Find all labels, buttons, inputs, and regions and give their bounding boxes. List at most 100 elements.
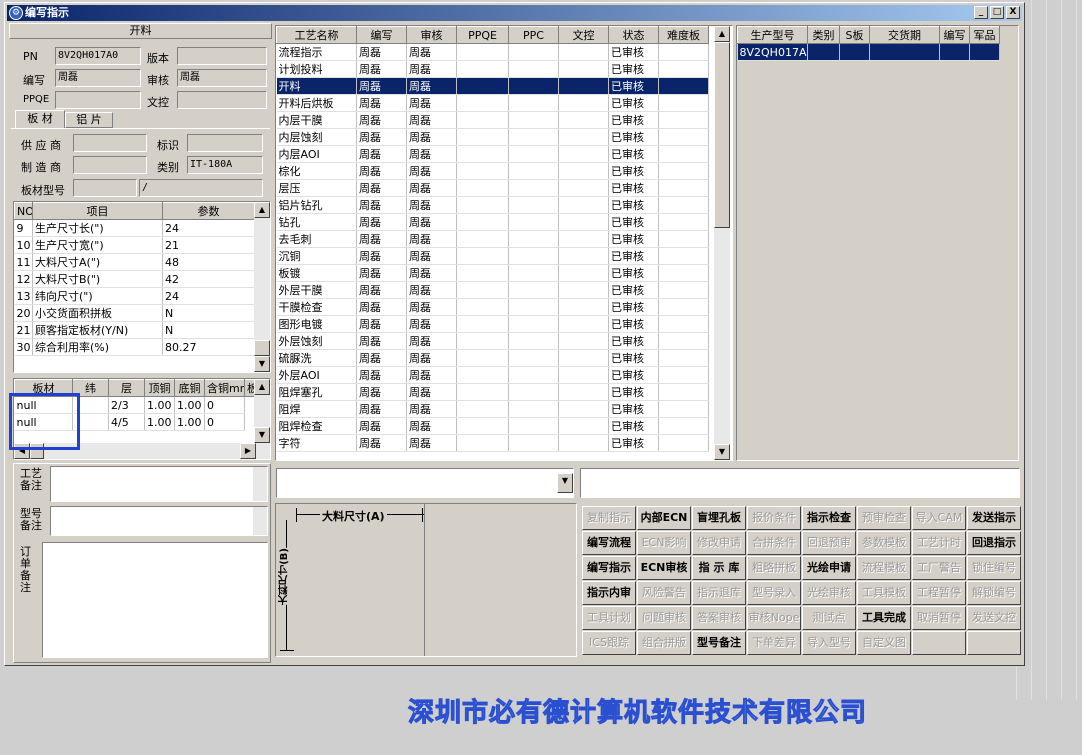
scroll-down-icon[interactable]: ▼ (254, 356, 270, 372)
action-button[interactable]: 编写指示 (582, 556, 636, 580)
column-header[interactable]: 编写 (356, 26, 407, 44)
process-scrollbar[interactable]: ▲ ▼ (714, 26, 730, 460)
action-button[interactable]: 盲埋孔板 (692, 506, 746, 530)
column-header[interactable]: PPC (508, 26, 559, 44)
writer-field[interactable]: 周磊 (55, 69, 141, 87)
action-button[interactable]: 下单差异 (747, 631, 801, 655)
params-row[interactable]: 9 生产尺寸长(") 24 (14, 219, 255, 237)
column-header[interactable]: 生产型号 (737, 26, 808, 44)
action-button[interactable]: 型号录入 (747, 581, 801, 605)
action-button[interactable]: 自定义图 (857, 631, 911, 655)
audit-field[interactable]: 周磊 (177, 69, 267, 87)
process-row[interactable]: 外层干膜 周磊 周磊 已审核 (276, 281, 709, 299)
process-row[interactable]: 内层蚀刻 周磊 周磊 已审核 (276, 128, 709, 146)
process-row[interactable]: 计划投料 周磊 周磊 已审核 (276, 60, 709, 78)
action-button[interactable]: 指示退库 (692, 581, 746, 605)
column-header[interactable]: 文控 (558, 26, 609, 44)
minimize-button[interactable]: _ (974, 6, 988, 19)
params-row[interactable]: 13 纬向尺寸(") 24 (14, 287, 255, 305)
process-combo[interactable]: ▼ (276, 468, 574, 498)
process-row[interactable]: 板镀 周磊 周磊 已审核 (276, 264, 709, 282)
action-button[interactable]: 发送指示 (967, 506, 1021, 530)
action-button[interactable]: ICS跟踪 (582, 631, 636, 655)
order-note-field[interactable] (42, 542, 268, 658)
action-button[interactable]: 修改申请 (692, 531, 746, 555)
params-row[interactable]: 20 小交货面积拼板 N (14, 304, 255, 322)
supplier-field[interactable] (73, 134, 147, 152)
action-button[interactable]: 回退指示 (967, 531, 1021, 555)
scroll-up-icon[interactable]: ▲ (254, 379, 270, 395)
action-button[interactable]: 报价条件 (747, 506, 801, 530)
column-header[interactable]: 项目 (32, 202, 163, 220)
scroll-up-icon[interactable]: ▲ (254, 202, 270, 218)
process-row[interactable]: 内层干膜 周磊 周磊 已审核 (276, 111, 709, 129)
tab-board[interactable]: 板 材 (15, 110, 65, 128)
action-button[interactable]: 光绘审核 (802, 581, 856, 605)
column-header[interactable]: 工艺名称 (276, 26, 357, 44)
action-button[interactable]: 问题审核 (637, 606, 691, 630)
action-button[interactable]: 指示内审 (582, 581, 636, 605)
version-field[interactable] (177, 47, 267, 65)
process-row[interactable]: 字符 周磊 周磊 已审核 (276, 434, 709, 452)
process-row[interactable]: 沉铜 周磊 周磊 已审核 (276, 247, 709, 265)
params-row[interactable]: 10 生产尺寸宽(") 21 (14, 236, 255, 254)
action-button[interactable]: 光绘申请 (802, 556, 856, 580)
action-button[interactable]: 工具完成 (857, 606, 911, 630)
action-button[interactable]: 内部ECN (637, 506, 691, 530)
control-field[interactable] (177, 91, 267, 109)
column-header[interactable]: 类别 (807, 26, 840, 44)
material-vscroll[interactable]: ▲ ▼ (254, 379, 270, 443)
action-button[interactable]: 发送文控 (967, 606, 1021, 630)
title-bar[interactable]: ⚙ 编写指示 _ □ X (7, 5, 1022, 21)
action-button[interactable]: 工程暂停 (912, 581, 966, 605)
scroll-right-icon[interactable]: ▶ (240, 443, 256, 459)
type-note-field[interactable] (50, 506, 268, 536)
process-row[interactable]: 流程指示 周磊 周磊 已审核 (276, 43, 709, 61)
process-row[interactable]: 去毛刺 周磊 周磊 已审核 (276, 230, 709, 248)
process-row[interactable]: 内层AOI 周磊 周磊 已审核 (276, 145, 709, 163)
process-row[interactable]: 开料 周磊 周磊 已审核 (276, 77, 709, 95)
action-button[interactable]: 工具计划 (582, 606, 636, 630)
action-button[interactable]: 导入型号 (802, 631, 856, 655)
action-button[interactable]: 粗略拼板 (747, 556, 801, 580)
process-row[interactable]: 阻焊塞孔 周磊 周磊 已审核 (276, 383, 709, 401)
process-row[interactable]: 图形电镀 周磊 周磊 已审核 (276, 315, 709, 333)
column-header[interactable]: 编写 (939, 26, 970, 44)
action-button[interactable]: 工艺计时 (912, 531, 966, 555)
action-button[interactable]: 流程模板 (857, 556, 911, 580)
column-header[interactable]: 顶铜 (144, 379, 175, 397)
action-button[interactable]: 回退预审 (802, 531, 856, 555)
process-row[interactable]: 硫脲洗 周磊 周磊 已审核 (276, 349, 709, 367)
action-button[interactable]: 预审检查 (857, 506, 911, 530)
params-row[interactable]: 30 综合利用率(%) 80.27 (14, 338, 255, 356)
scroll-thumb[interactable] (254, 340, 270, 356)
process-row[interactable]: 阻焊 周磊 周磊 已审核 (276, 400, 709, 418)
column-header[interactable]: 军品 (969, 26, 1000, 44)
maximize-button[interactable]: □ (990, 6, 1004, 19)
ppqe-field[interactable] (55, 91, 141, 109)
action-button[interactable]: 解锁编号 (967, 581, 1021, 605)
action-button[interactable]: ECN审核 (637, 556, 691, 580)
column-header[interactable]: 参数 (162, 202, 255, 220)
action-button[interactable] (967, 631, 1021, 655)
process-row[interactable]: 外层蚀刻 周磊 周磊 已审核 (276, 332, 709, 350)
column-header[interactable]: 交货期 (869, 26, 940, 44)
action-button[interactable]: 工具模板 (857, 581, 911, 605)
action-button[interactable]: 合拼条件 (747, 531, 801, 555)
action-button[interactable] (912, 631, 966, 655)
process-row[interactable]: 钻孔 周磊 周磊 已审核 (276, 213, 709, 231)
action-button[interactable]: 型号备注 (692, 631, 746, 655)
action-button[interactable]: 复制指示 (582, 506, 636, 530)
column-header[interactable]: 层 (108, 379, 145, 397)
column-header[interactable]: 难度板 (658, 26, 709, 44)
action-button[interactable]: 锁住编号 (967, 556, 1021, 580)
maker-field[interactable] (73, 156, 147, 174)
action-button[interactable]: 审核Nope (747, 606, 801, 630)
action-button[interactable]: ECN影响 (637, 531, 691, 555)
params-row[interactable]: 12 大料尺寸B(") 42 (14, 270, 255, 288)
column-header[interactable]: PPQE (456, 26, 509, 44)
process-row[interactable]: 开料后烘板 周磊 周磊 已审核 (276, 94, 709, 112)
process-row[interactable]: 层压 周磊 周磊 已审核 (276, 179, 709, 197)
action-button[interactable]: 组合拼版 (637, 631, 691, 655)
params-scrollbar[interactable]: ▲ ▼ (254, 202, 270, 372)
